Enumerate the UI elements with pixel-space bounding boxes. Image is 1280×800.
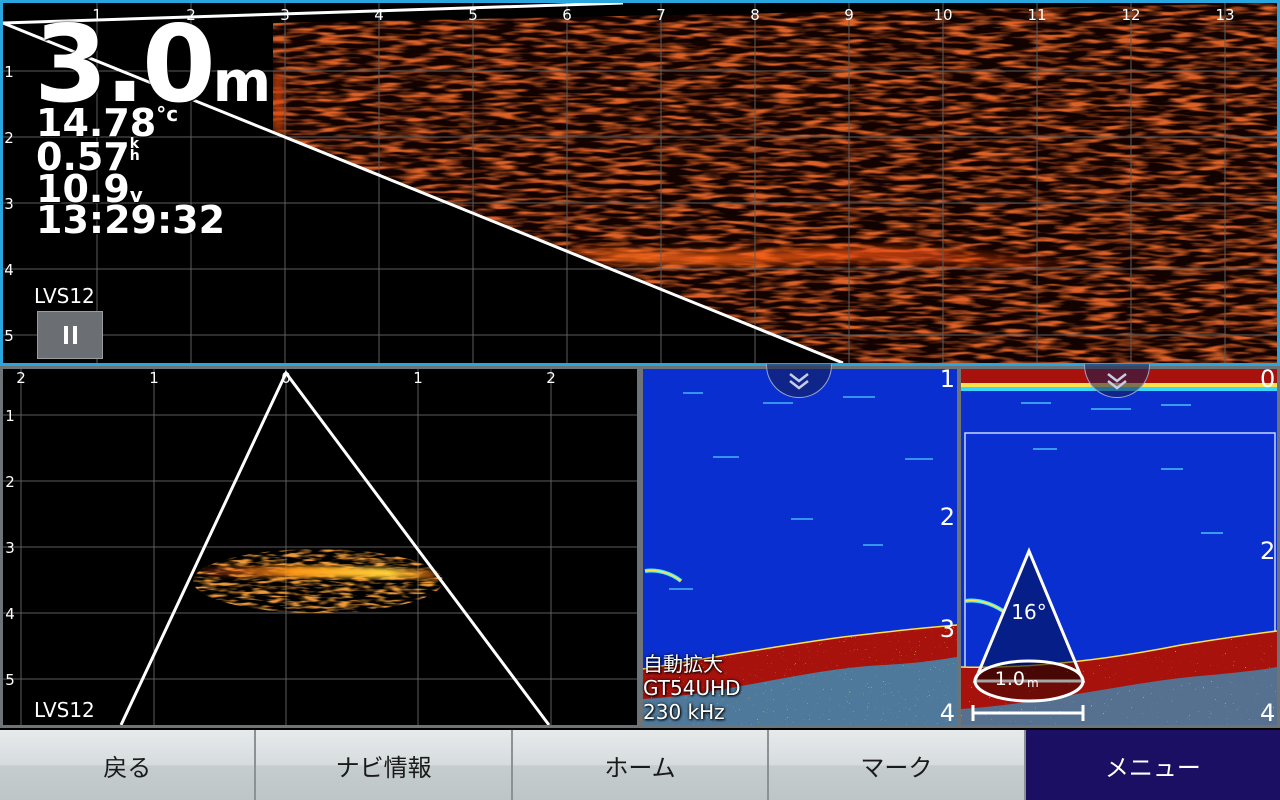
auto-zoom-label: 自動拡大 (643, 652, 723, 676)
double-chevron-down-icon (1107, 372, 1127, 390)
depth-tick-label: 1 (940, 369, 955, 393)
x-tick-label: 1 (413, 369, 423, 387)
y-tick-label: 4 (4, 261, 14, 279)
soft-key-bar: 戻る ナビ情報 ホーム マーク メニュー (0, 730, 1280, 800)
x-tick-label: 7 (656, 6, 666, 24)
y-tick-label: 5 (5, 671, 15, 689)
depth-tick-label: 2 (1260, 537, 1275, 565)
y-tick-label: 1 (4, 63, 14, 81)
pause-icon (63, 326, 68, 344)
forward-axis-labels: 2 1 0 1 2 1 2 3 4 5 (5, 369, 556, 689)
forward-transducer-label: LVS12 (34, 698, 95, 722)
x-tick-label: 13 (1215, 6, 1234, 24)
sonar-left-frequency-label: 230 kHz (643, 700, 725, 724)
x-tick-label: 2 (546, 369, 556, 387)
y-tick-label: 2 (5, 473, 15, 491)
water-temperature-unit: °c (156, 102, 179, 126)
x-tick-label: 9 (844, 6, 854, 24)
x-tick-label: 1 (149, 369, 159, 387)
depth-tick-label: 0. (1260, 369, 1277, 393)
sonar-history-pane-right[interactable]: 16° 1.0 m 0. 2 4 (958, 366, 1280, 728)
sonar-left-info: 自動拡大 GT54UHD 230 kHz (643, 652, 741, 724)
back-button[interactable]: 戻る (0, 730, 257, 800)
home-button[interactable]: ホーム (512, 730, 770, 800)
x-tick-label: 8 (750, 6, 760, 24)
mark-button[interactable]: マーク (769, 730, 1026, 800)
x-tick-label: 3 (280, 6, 290, 24)
sonar-history-image-right: 16° 1.0 m 0. 2 4 (961, 369, 1277, 725)
menu-button[interactable]: メニュー (1025, 730, 1280, 800)
cone-diameter-unit: m (1027, 676, 1039, 690)
depth-unit: m (212, 50, 272, 115)
cone-angle-label: 16° (1011, 600, 1046, 624)
depth-tick-label: 3 (940, 615, 955, 643)
x-tick-label: 6 (562, 6, 572, 24)
y-tick-label: 5 (4, 327, 14, 345)
depth-tick-label: 2 (940, 503, 955, 531)
y-tick-label: 2 (4, 129, 14, 147)
depth-tick-label: 4 (1260, 699, 1275, 725)
forward-beam-cone-lines (119, 370, 551, 725)
nav-info-button[interactable]: ナビ情報 (256, 730, 513, 800)
forward-grid (3, 369, 637, 725)
y-tick-label: 4 (5, 605, 15, 623)
double-chevron-down-icon (789, 372, 809, 390)
x-tick-label: 10 (933, 6, 952, 24)
pause-button[interactable] (37, 311, 103, 359)
x-tick-label: 5 (468, 6, 478, 24)
cone-diameter-value: 1.0 (995, 668, 1025, 690)
x-tick-label: 4 (374, 6, 384, 24)
forward-sonar-image: 2 1 0 1 2 1 2 3 4 5 (3, 369, 637, 725)
y-tick-label: 3 (4, 195, 14, 213)
x-tick-label: 0 (281, 369, 291, 387)
y-tick-label: 1 (5, 407, 15, 425)
sonar-left-transducer-label: GT54UHD (643, 676, 741, 700)
depth-tick-label: 4 (940, 699, 955, 725)
x-tick-label: 12 (1121, 6, 1140, 24)
top-transducer-label: LVS12 (34, 284, 95, 308)
x-tick-label: 11 (1027, 6, 1046, 24)
speed-unit: kh (129, 136, 140, 164)
pause-icon-bar (72, 326, 77, 344)
y-tick-label: 3 (5, 539, 15, 557)
livescope-forward-pane[interactable]: 2 1 0 1 2 1 2 3 4 5 (0, 366, 640, 728)
x-tick-label: 2 (16, 369, 26, 387)
clock-readout: 13:29:32 (36, 198, 226, 242)
